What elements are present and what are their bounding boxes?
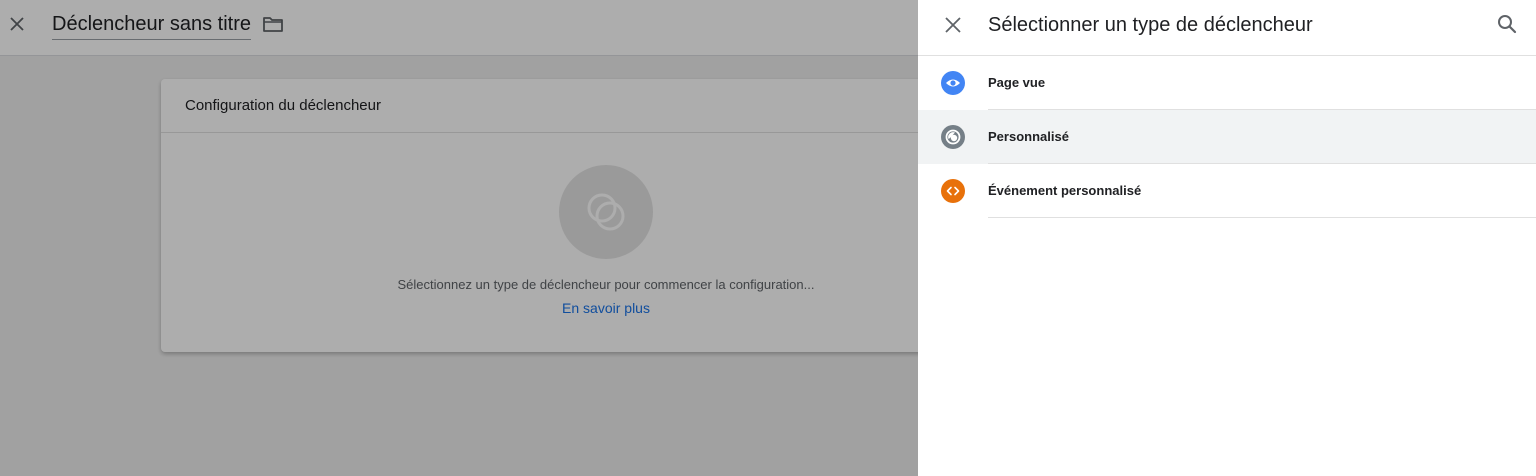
- trigger-type-panel: Sélectionner un type de déclencheur Page…: [918, 0, 1536, 476]
- row-divider: [988, 217, 1536, 218]
- panel-title: Sélectionner un type de déclencheur: [988, 14, 1313, 36]
- code-icon: [941, 179, 965, 203]
- trigger-type-label: Personnalisé: [988, 129, 1069, 144]
- custom-trigger-icon: [941, 125, 965, 149]
- trigger-type-page-view[interactable]: Page vue: [918, 56, 1536, 110]
- close-icon[interactable]: [943, 15, 963, 35]
- panel-header: Sélectionner un type de déclencheur: [918, 0, 1536, 56]
- trigger-type-list: Page vue Personnalisé Événement personna…: [918, 56, 1536, 218]
- trigger-type-custom-event[interactable]: Événement personnalisé: [918, 164, 1536, 218]
- trigger-type-label: Page vue: [988, 75, 1046, 90]
- eye-icon: [941, 71, 965, 95]
- trigger-type-label: Événement personnalisé: [988, 183, 1142, 198]
- search-icon[interactable]: [1496, 13, 1518, 35]
- trigger-type-custom[interactable]: Personnalisé: [918, 110, 1536, 164]
